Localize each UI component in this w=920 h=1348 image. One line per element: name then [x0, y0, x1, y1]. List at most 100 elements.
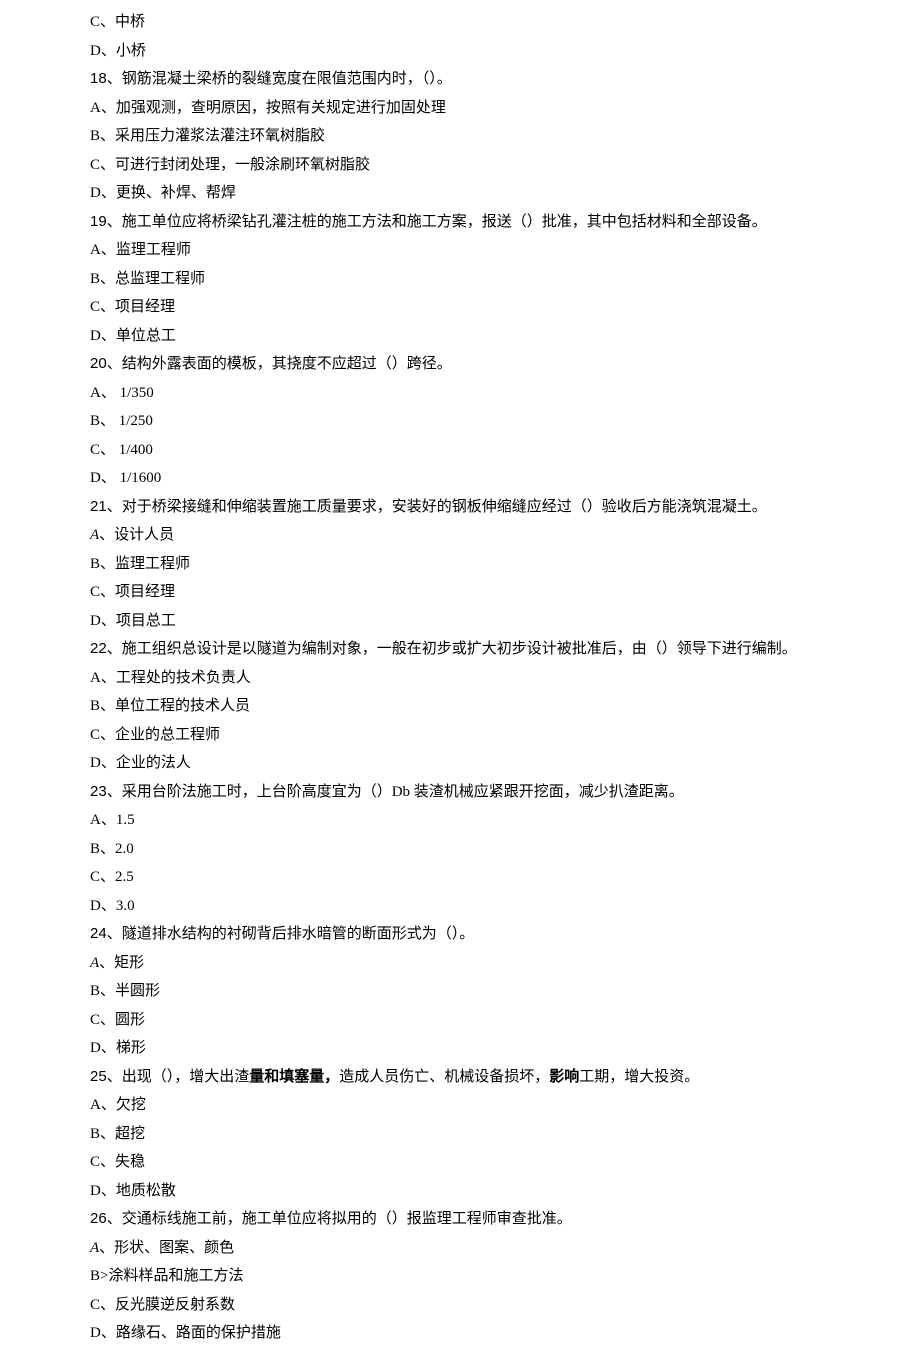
text-line: D、3.0 [90, 892, 920, 921]
text-line: D、单位总工 [90, 322, 920, 351]
text-fragment: D、地质松散 [90, 1183, 176, 1199]
text-line: C、 1/400 [90, 436, 920, 465]
text-line: D、梯形 [90, 1034, 920, 1063]
text-fragment: 造成人员伤亡、机械设备损坏， [339, 1069, 549, 1085]
text-fragment: D、3.0 [90, 898, 135, 914]
text-fragment: C、反光膜逆反射系数 [90, 1297, 235, 1313]
text-fragment: A、工程处的技术负责人 [90, 670, 251, 686]
text-fragment: 、矩形 [99, 955, 144, 971]
text-fragment: A、 1/350 [90, 385, 154, 401]
question-number: 24 [90, 925, 107, 942]
text-fragment: A、1.5 [90, 812, 135, 828]
text-fragment: 、交通标线施工前，施工单位应将拟用的（）报监理工程师审查批准。 [107, 1211, 572, 1227]
text-line: 18、钢筋混凝土梁桥的裂缝宽度在限值范围内时，（）。 [90, 65, 920, 94]
text-fragment: C、失稳 [90, 1154, 145, 1170]
text-line: D、小桥 [90, 37, 920, 66]
text-line: A、设计人员 [90, 521, 920, 550]
text-line: C、项目经理 [90, 293, 920, 322]
text-fragment: 工期，增大投资。 [579, 1069, 699, 1085]
text-fragment: D、项目总工 [90, 613, 176, 629]
text-line: B、总监理工程师 [90, 265, 920, 294]
text-fragment: 、设计人员 [99, 527, 174, 543]
text-line: A、欠挖 [90, 1091, 920, 1120]
text-line: D、企业的法人 [90, 749, 920, 778]
text-fragment: B>涂料样品和施工方法 [90, 1268, 243, 1284]
text-fragment: A、监理工程师 [90, 242, 191, 258]
question-number: 22 [90, 640, 107, 657]
question-number: 19 [90, 213, 107, 230]
text-fragment: 、形状、图案、颜色 [99, 1240, 234, 1256]
text-fragment: B、监理工程师 [90, 556, 190, 572]
text-fragment: D、梯形 [90, 1040, 146, 1056]
text-fragment: C、2.5 [90, 869, 134, 885]
text-fragment: 、隧道排水结构的衬砌背后排水暗管的断面形式为（）。 [107, 926, 475, 942]
text-line: A、监理工程师 [90, 236, 920, 265]
option-letter: A [90, 1240, 99, 1256]
text-line: C、企业的总工程师 [90, 721, 920, 750]
text-line: A、1.5 [90, 806, 920, 835]
text-fragment: 、施工组织总设计是以隧道为编制对象，一般在初步或扩大初步设计被批准后，由（）领导… [107, 641, 797, 657]
text-line: C、中桥 [90, 8, 920, 37]
text-line: B、单位工程的技术人员 [90, 692, 920, 721]
text-line: A、形状、图案、颜色 [90, 1234, 920, 1263]
text-line: D、路缘石、路面的保护措施 [90, 1319, 920, 1348]
text-fragment: B、半圆形 [90, 983, 160, 999]
text-line: C、可进行封闭处理，一般涂刷环氧树脂胶 [90, 151, 920, 180]
text-line: B、采用压力灌浆法灌注环氧树脂胶 [90, 122, 920, 151]
text-line: A、工程处的技术负责人 [90, 664, 920, 693]
question-number: 23 [90, 783, 107, 800]
text-line: C、失稳 [90, 1148, 920, 1177]
text-fragment: 、施工单位应将桥梁钻孔灌注桩的施工方法和施工方案，报送（）批准，其中包括材料和全… [107, 214, 767, 230]
text-fragment: C、可进行封闭处理，一般涂刷环氧树脂胶 [90, 157, 370, 173]
text-line: A、 1/350 [90, 379, 920, 408]
text-fragment: D、单位总工 [90, 328, 176, 344]
text-fragment: C、圆形 [90, 1012, 145, 1028]
text-line: A、矩形 [90, 949, 920, 978]
text-fragment: 影响 [549, 1069, 579, 1085]
text-fragment: D、路缘石、路面的保护措施 [90, 1325, 281, 1341]
text-line: B、超挖 [90, 1120, 920, 1149]
text-line: C、反光膜逆反射系数 [90, 1291, 920, 1320]
text-fragment: 、结构外露表面的模板，其挠度不应超过（）跨径。 [107, 356, 452, 372]
text-fragment: 量和填塞量， [249, 1069, 339, 1085]
text-line: B、半圆形 [90, 977, 920, 1006]
text-fragment: A、加强观测，查明原因，按照有关规定进行加固处理 [90, 100, 446, 116]
question-number: 20 [90, 355, 107, 372]
text-line: D、 1/1600 [90, 464, 920, 493]
text-line: D、项目总工 [90, 607, 920, 636]
text-fragment: 、对于桥梁接缝和伸缩装置施工质量要求，安装好的钢板伸缩缝应经过（）验收后方能浇筑… [107, 499, 767, 515]
text-line: C、圆形 [90, 1006, 920, 1035]
text-line: B、监理工程师 [90, 550, 920, 579]
text-fragment: B、2.0 [90, 841, 134, 857]
text-fragment: A、欠挖 [90, 1097, 146, 1113]
text-line: A、加强观测，查明原因，按照有关规定进行加固处理 [90, 94, 920, 123]
text-fragment: C、项目经理 [90, 584, 175, 600]
text-line: B、2.0 [90, 835, 920, 864]
text-fragment: C、企业的总工程师 [90, 727, 220, 743]
question-number: 21 [90, 498, 107, 515]
text-fragment: 、钢筋混凝土梁桥的裂缝宽度在限值范围内时，（）。 [107, 71, 452, 87]
text-fragment: D、小桥 [90, 43, 146, 59]
text-fragment: D、更换、补焊、帮焊 [90, 185, 236, 201]
option-letter: A [90, 527, 99, 543]
text-fragment: B、超挖 [90, 1126, 145, 1142]
question-number: 18 [90, 70, 107, 87]
text-line: C、2.5 [90, 863, 920, 892]
text-fragment: C、 1/400 [90, 442, 153, 458]
text-line: 21、对于桥梁接缝和伸缩装置施工质量要求，安装好的钢板伸缩缝应经过（）验收后方能… [90, 493, 920, 522]
option-letter: A [90, 955, 99, 971]
text-line: B、 1/250 [90, 407, 920, 436]
question-number: 25 [90, 1068, 107, 1085]
text-line: 24、隧道排水结构的衬砌背后排水暗管的断面形式为（）。 [90, 920, 920, 949]
text-fragment: 、出现（），增大出渣 [107, 1069, 250, 1085]
text-fragment: B、 1/250 [90, 413, 153, 429]
text-fragment: C、中桥 [90, 14, 145, 30]
text-fragment: D、企业的法人 [90, 755, 191, 771]
text-line: 20、结构外露表面的模板，其挠度不应超过（）跨径。 [90, 350, 920, 379]
document-content: C、中桥 D、小桥 18、钢筋混凝土梁桥的裂缝宽度在限值范围内时，（）。 A、加强观测… [90, 8, 920, 1348]
text-line: C、项目经理 [90, 578, 920, 607]
text-line: 19、施工单位应将桥梁钻孔灌注桩的施工方法和施工方案，报送（）批准，其中包括材料… [90, 208, 920, 237]
text-line: D、更换、补焊、帮焊 [90, 179, 920, 208]
text-fragment: D、 1/1600 [90, 470, 161, 486]
text-fragment: 、采用台阶法施工时，上台阶高度宜为（）Db 装渣机械应紧跟开挖面，减少扒渣距离。 [107, 784, 684, 800]
